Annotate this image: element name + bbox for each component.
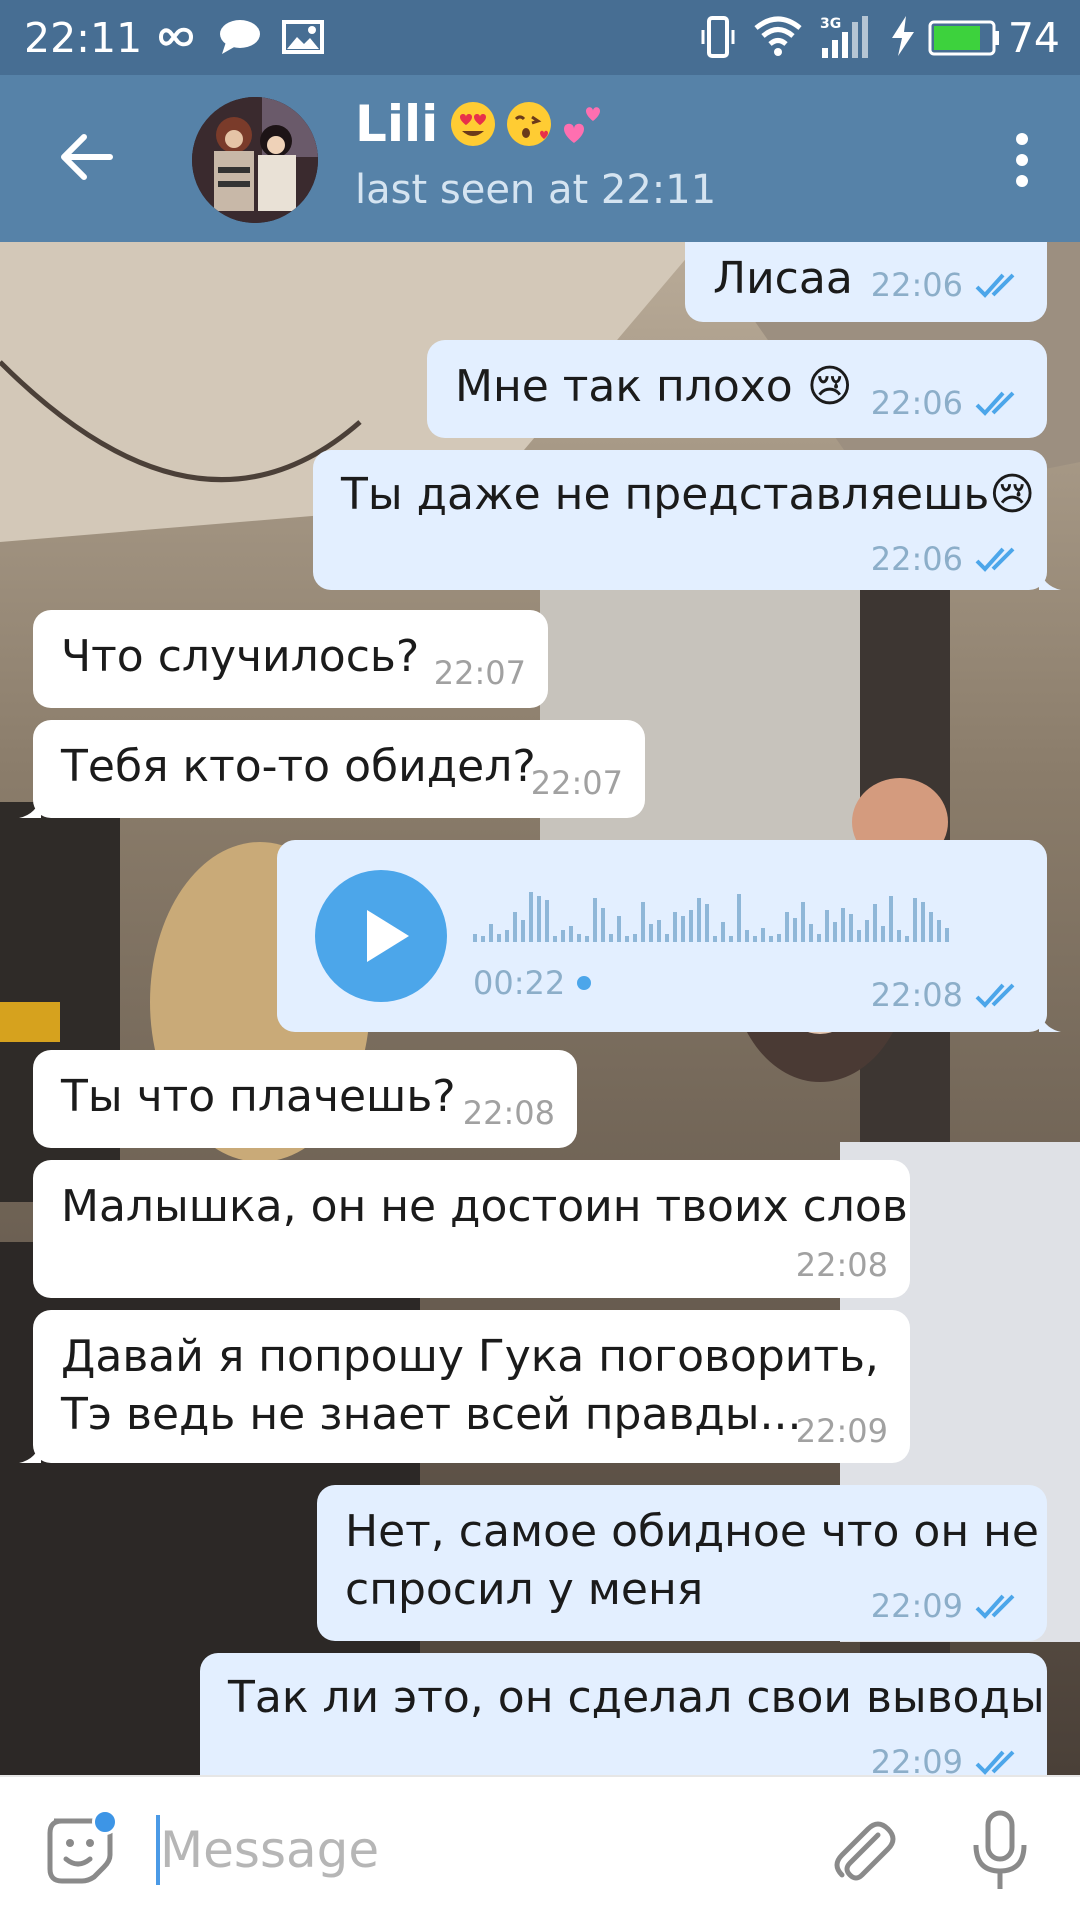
avatar-photo-icon bbox=[192, 97, 318, 223]
status-time: 22:11 bbox=[24, 14, 143, 62]
message-time: 22:08 bbox=[870, 976, 963, 1014]
status-bar: 22:11 3G 74 bbox=[0, 0, 1080, 75]
message-time: 22:07 bbox=[433, 654, 526, 692]
bubble-tail bbox=[1039, 568, 1061, 590]
message-time: 22:09 bbox=[795, 1412, 888, 1450]
message-input[interactable] bbox=[160, 1807, 800, 1893]
voice-duration-text: 00:22 bbox=[473, 964, 566, 1002]
message-bubble-outgoing[interactable]: Так ли это, он сделал свои выводы 22:09 bbox=[200, 1653, 1047, 1775]
message-meta: 22:06 bbox=[871, 384, 1025, 422]
vibrate-icon bbox=[701, 16, 735, 58]
bubble-tail bbox=[19, 1441, 41, 1463]
two-hearts-emoji-icon bbox=[564, 107, 601, 143]
message-bubble-incoming[interactable]: Давай я попрошу Гука поговорить, Тэ ведь… bbox=[19, 1310, 910, 1463]
read-ticks-icon bbox=[975, 983, 1015, 1008]
voice-waveform bbox=[473, 892, 949, 942]
message-meta: 22:09 bbox=[796, 1412, 888, 1450]
voice-play-button[interactable] bbox=[315, 870, 447, 1002]
message-time: 22:06 bbox=[870, 384, 963, 422]
message-bubble-incoming[interactable]: Ты что плачешь? 22:08 bbox=[33, 1050, 577, 1148]
battery-level: 74 bbox=[1007, 14, 1060, 62]
message-text: Ты что плачешь? bbox=[61, 1071, 456, 1122]
attach-paperclip-icon[interactable] bbox=[826, 1815, 902, 1891]
read-ticks-icon bbox=[975, 1594, 1015, 1619]
new-stickers-badge bbox=[92, 1809, 118, 1835]
message-text: Лисаа bbox=[713, 253, 853, 304]
message-text: Что случилось? bbox=[61, 631, 420, 682]
message-text: Мне так плохо 😢 bbox=[455, 361, 853, 412]
voice-duration: 00:22 bbox=[473, 964, 592, 1002]
unplayed-dot bbox=[577, 976, 592, 990]
message-bubble-outgoing[interactable]: Ты даже не представляешь😢 22:06 bbox=[313, 450, 1061, 590]
message-text: Ты даже не представляешь😢 bbox=[341, 469, 1036, 520]
chat-header: Lili last seen at 22:11 bbox=[0, 75, 1080, 242]
read-ticks-icon bbox=[975, 273, 1015, 298]
message-text-line-1: Давай я попрошу Гука поговорить, bbox=[61, 1331, 879, 1382]
avatar[interactable] bbox=[192, 97, 318, 223]
contact-name: Lili bbox=[355, 95, 439, 153]
message-list[interactable]: Лисаа 22:06 Мне так плохо 😢 22:06 Ты даж… bbox=[0, 242, 1080, 1775]
voice-message-bubble[interactable]: 00:22 22:08 bbox=[277, 840, 1061, 1032]
message-time: 22:06 bbox=[870, 266, 963, 304]
signal-3g-icon: 3G bbox=[820, 16, 868, 58]
message-composer bbox=[0, 1775, 1080, 1920]
bubble-tail bbox=[19, 796, 41, 818]
infinity-icon bbox=[158, 27, 194, 47]
message-time: 22:07 bbox=[530, 764, 623, 802]
message-meta: 22:08 bbox=[871, 976, 1025, 1014]
message-meta: 22:07 bbox=[531, 764, 623, 802]
gallery-icon bbox=[282, 20, 324, 54]
message-text: Тебя кто-то обидел? bbox=[61, 741, 536, 792]
back-arrow-icon[interactable] bbox=[56, 127, 116, 187]
message-text: Так ли это, он сделал свои выводы bbox=[228, 1672, 1045, 1723]
message-meta: 22:09 bbox=[871, 1587, 1025, 1625]
read-ticks-icon bbox=[975, 391, 1015, 416]
message-bubble-outgoing[interactable]: Нет, самое обидное что он не спросил у м… bbox=[317, 1485, 1047, 1641]
message-time: 22:09 bbox=[870, 1743, 963, 1775]
charging-icon bbox=[892, 16, 914, 56]
read-ticks-icon bbox=[975, 1750, 1015, 1775]
message-meta: 22:08 bbox=[463, 1094, 555, 1132]
read-ticks-icon bbox=[975, 547, 1015, 572]
wifi-icon bbox=[754, 16, 802, 56]
message-bubble-outgoing[interactable]: Лисаа 22:06 bbox=[685, 242, 1047, 322]
last-seen-status: last seen at 22:11 bbox=[355, 167, 717, 213]
battery-icon bbox=[928, 20, 999, 56]
message-meta: 22:06 bbox=[871, 266, 1025, 304]
chat-title[interactable]: Lili bbox=[355, 95, 610, 153]
message-bubble-outgoing[interactable]: Мне так плохо 😢 22:06 bbox=[427, 340, 1047, 438]
svg-text:3G: 3G bbox=[820, 16, 841, 32]
message-text-line-2: спросил у меня bbox=[345, 1564, 704, 1615]
message-text-line-1: Нет, самое обидное что он не bbox=[345, 1506, 1039, 1557]
message-meta: 22:06 bbox=[871, 540, 1025, 578]
message-bubble-incoming[interactable]: Малышка, он не достоин твоих слов 22:08 bbox=[33, 1160, 910, 1298]
message-time: 22:06 bbox=[870, 540, 963, 578]
more-menu-icon[interactable] bbox=[1014, 132, 1030, 188]
bubble-tail bbox=[1039, 1010, 1061, 1032]
message-bubble-incoming[interactable]: Что случилось? 22:07 bbox=[33, 610, 548, 708]
message-time: 22:09 bbox=[870, 1587, 963, 1625]
contact-name-emojis bbox=[448, 99, 610, 149]
microphone-icon[interactable] bbox=[970, 1809, 1030, 1893]
message-meta: 22:08 bbox=[796, 1246, 888, 1284]
message-meta: 22:07 bbox=[434, 654, 526, 692]
message-meta: 22:09 bbox=[871, 1743, 1025, 1775]
play-icon bbox=[367, 910, 409, 962]
chat-bubble-icon bbox=[220, 20, 260, 54]
message-bubble-incoming[interactable]: Тебя кто-то обидел? 22:07 bbox=[19, 720, 645, 818]
message-text-line-2: Тэ ведь не знает всей правды... bbox=[61, 1389, 802, 1440]
kiss-emoji-icon bbox=[507, 102, 552, 146]
message-text: Малышка, он не достоин твоих слов bbox=[61, 1181, 908, 1232]
heart-eyes-emoji-icon bbox=[451, 102, 496, 146]
message-time: 22:08 bbox=[795, 1246, 888, 1284]
message-time: 22:08 bbox=[462, 1094, 555, 1132]
